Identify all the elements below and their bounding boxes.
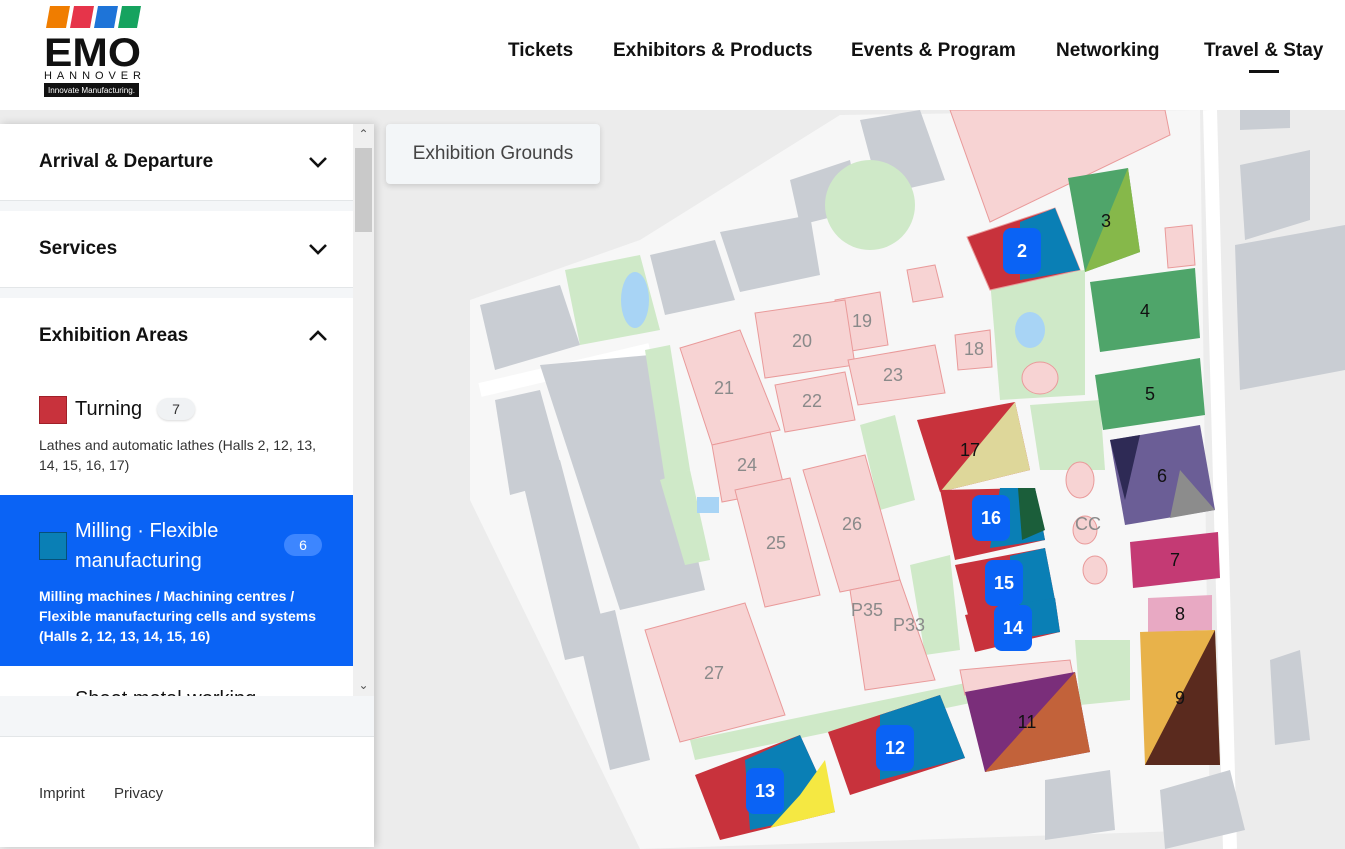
hall-27-label: 27 [704,663,724,683]
category-sheet-metal-working[interactable]: Sheet metal working [0,666,353,696]
hall-24-label: 24 [737,455,757,475]
hall-6-label: 6 [1157,466,1167,486]
hall-23-label: 23 [883,365,903,385]
hall-13-marker[interactable]: 13 [746,768,784,814]
category-description: Milling machines / Machining centres / F… [39,588,316,644]
active-nav-indicator [1249,70,1279,73]
hall-25-label: 25 [766,533,786,553]
p33-label: P33 [893,615,925,635]
accordion-services[interactable]: Services [0,211,353,288]
imprint-link[interactable]: Imprint [39,785,85,802]
accordion-exhibition-areas[interactable]: Exhibition Areas [0,298,353,374]
sidebar-footer-spacer [0,696,374,736]
section-divider [0,201,353,211]
sidebar-footer: Imprint Privacy [0,736,374,847]
hall-12-marker[interactable]: 12 [876,725,914,771]
nav-events-program[interactable]: Events & Program [851,40,1016,62]
category-turning[interactable]: Turning 7 Lathes and automatic lathes (H… [0,382,353,495]
sidebar-scroll-thumb[interactable] [355,148,372,232]
hall-9-label: 9 [1175,688,1185,708]
main-nav: Tickets Exhibitors & Products Events & P… [0,40,1345,70]
hall-3-label: 3 [1101,211,1111,231]
nav-travel-stay[interactable]: Travel & Stay [1204,40,1323,62]
category-milling-flexible-manufacturing[interactable]: Milling · Flexible manufacturing 6 Milli… [0,495,353,666]
p35-label: P35 [851,600,883,620]
category-name: Turning [75,398,143,420]
accordion-title: Exhibition Areas [39,325,189,346]
hall-22-label: 22 [802,391,822,411]
category-color-swatch [39,396,67,424]
hall-26-label: 26 [842,514,862,534]
scroll-down-arrow-icon[interactable]: ⌄ [357,679,370,692]
category-count-badge: 7 [157,398,195,420]
accordion-title: Arrival & Departure [39,151,214,172]
chevron-down-icon [309,244,327,255]
hall-14-marker[interactable]: 14 [994,605,1032,651]
hall-20-label: 20 [792,331,812,351]
hall-7-label: 7 [1170,550,1180,570]
hall-5-label: 5 [1145,384,1155,404]
category-name: Sheet metal working [75,688,256,696]
hall-11-label: 11 [1018,712,1037,732]
chevron-down-icon [309,157,327,168]
hall-21-label: 21 [714,378,734,398]
hall-2-marker[interactable]: 2 [1003,228,1041,274]
category-name-line2: manufacturing [75,550,202,572]
hall-17-label: 17 [960,440,980,460]
category-description: Lathes and automatic lathes (Halls 2, 12… [39,437,317,473]
category-color-swatch [39,532,67,560]
hall-8-label: 8 [1175,604,1185,624]
accordion-title: Services [39,238,118,259]
chevron-up-icon [309,330,327,341]
accordion-arrival-departure[interactable]: Arrival & Departure [0,124,353,201]
site-header: EMO HANNOVER Innovate Manufacturing. Tic… [0,0,1345,110]
hall-19-label: 19 [852,311,872,331]
privacy-link[interactable]: Privacy [114,785,163,802]
category-count-badge: 6 [284,534,322,556]
cc-label: CC [1075,514,1101,534]
category-name-line1: Milling · Flexible [75,520,219,542]
hall-18-label: 18 [964,339,984,359]
hall-15-marker[interactable]: 15 [985,560,1023,606]
nav-exhibitors-products[interactable]: Exhibitors & Products [613,40,813,62]
section-divider [0,288,353,298]
nav-networking[interactable]: Networking [1056,40,1159,62]
nav-tickets[interactable]: Tickets [508,40,573,62]
svg-text:Innovate Manufacturing.: Innovate Manufacturing. [48,86,135,95]
hall-4-label: 4 [1140,301,1150,321]
scroll-up-arrow-icon[interactable]: ⌃ [357,128,370,141]
hall-16-marker[interactable]: 16 [972,495,1010,541]
exhibition-grounds-chip[interactable]: Exhibition Grounds [386,124,600,184]
sidebar-panel: Arrival & Departure Services Exhibition … [0,124,374,847]
